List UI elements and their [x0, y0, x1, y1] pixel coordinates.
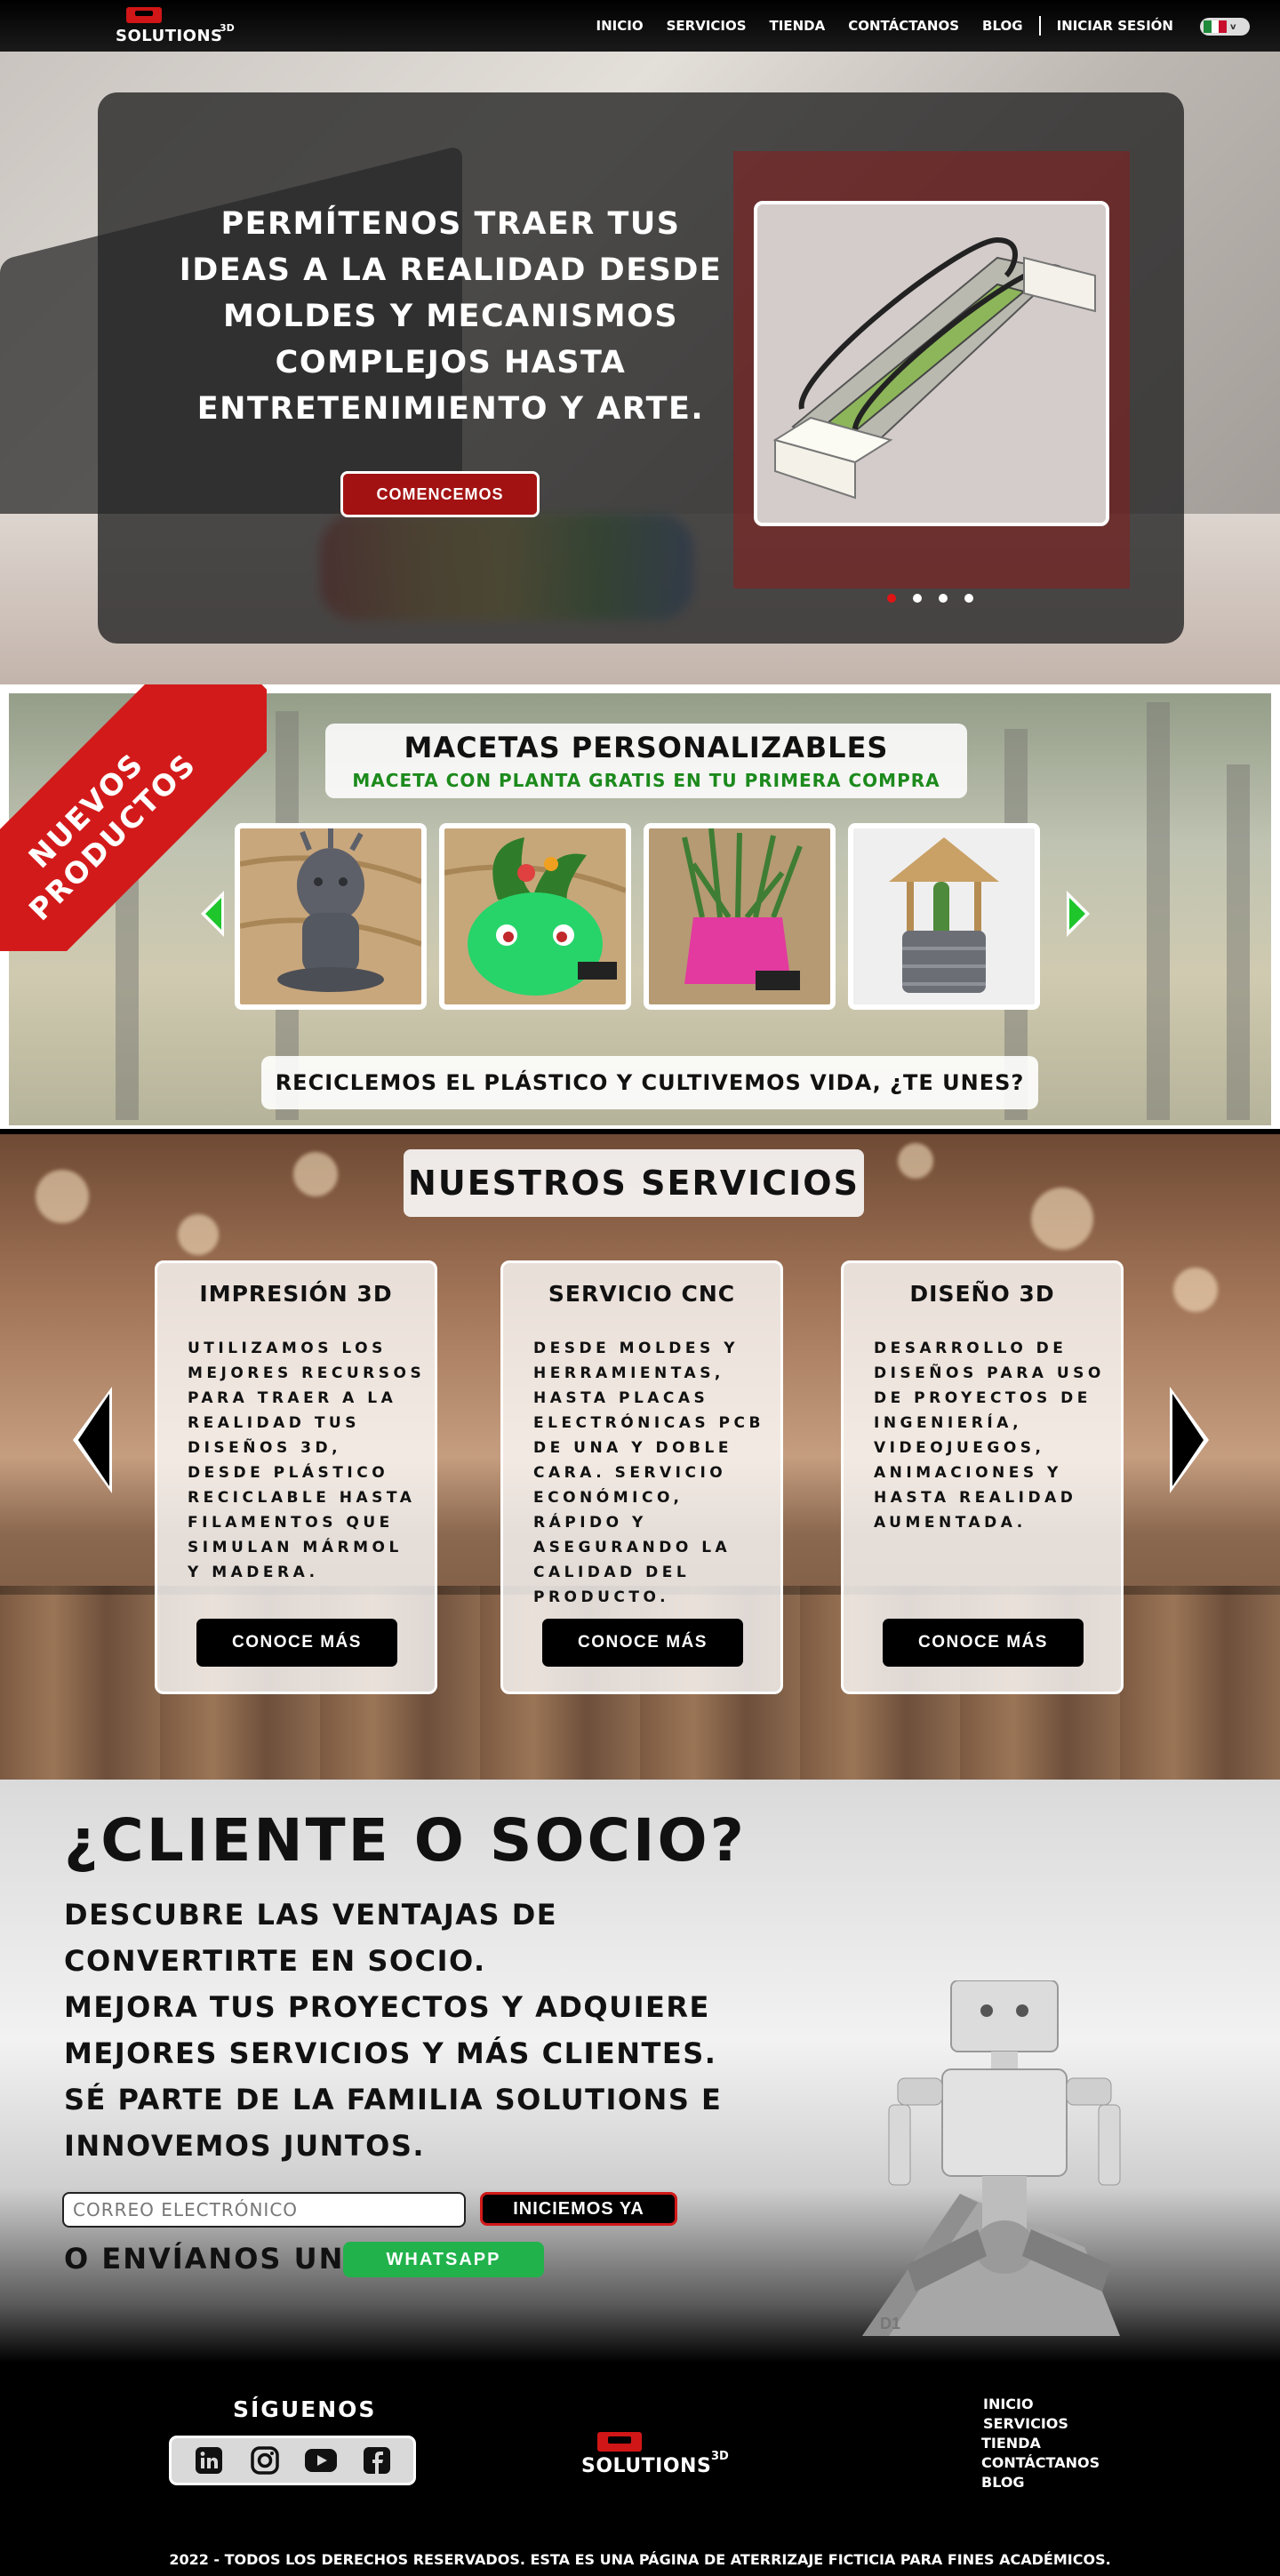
services-section: NUESTROS SERVICIOS IMPRESIÓN 3D UTILIZAM…	[0, 1134, 1280, 1780]
services-next-arrow[interactable]	[1170, 1387, 1209, 1493]
hero-section: PERMÍTENOS TRAER TUS IDEAS A LA REALIDAD…	[0, 52, 1280, 684]
groot-planter-image	[240, 828, 421, 1004]
client-title: ¿CLIENTE O SOCIO?	[64, 1806, 747, 1875]
copyright-text: 2022 - TODOS LOS DERECHOS RESERVADOS. ES…	[169, 2551, 1111, 2568]
footer-link-servicios[interactable]: SERVICIOS	[983, 2415, 1068, 2432]
learn-more-button[interactable]: CONOCE MÁS	[542, 1619, 743, 1667]
services-prev-arrow[interactable]	[73, 1387, 112, 1493]
product-card-2[interactable]	[439, 823, 631, 1010]
start-button[interactable]: COMENCEMOS	[340, 471, 540, 517]
robot-model-label: D1	[880, 2315, 900, 2332]
footer-link-inicio[interactable]: INICIO	[983, 2396, 1034, 2412]
badge-line-2: PRODUCTOS	[21, 746, 204, 928]
navbar: SOLUTIONS 3D INICIO SERVICIOS TIENDA CON…	[0, 0, 1280, 52]
youtube-icon[interactable]	[304, 2444, 338, 2477]
logo-wordmark: SOLUTIONS	[581, 2455, 712, 2477]
hero-carousel-dots	[887, 594, 973, 603]
logo-3d: 3D	[220, 22, 235, 34]
products-subtitle: MACETA CON PLANTA GRATIS EN TU PRIMERA C…	[352, 770, 940, 791]
footer-link-contactanos[interactable]: CONTÁCTANOS	[981, 2454, 1100, 2471]
pink-planter-image	[649, 828, 830, 1004]
facebook-icon[interactable]	[360, 2444, 394, 2477]
service-description: DESDE MOLDES Y HERRAMIENTAS, HASTA PLACA…	[533, 1340, 764, 1606]
escalator-model-image	[754, 201, 1109, 526]
whatsapp-button[interactable]: WHATSAPP	[343, 2242, 544, 2277]
well-planter-image	[853, 828, 1035, 1004]
products-header: MACETAS PERSONALIZABLES MACETA CON PLANT…	[325, 724, 967, 798]
nav-inicio[interactable]: INICIO	[596, 18, 644, 34]
client-text: DESCUBRE LAS VENTAJAS DE CONVERTIRTE EN …	[64, 1892, 740, 2169]
new-products-section: MACETAS PERSONALIZABLES MACETA CON PLANT…	[0, 684, 1280, 1129]
logo-mark	[126, 7, 162, 23]
service-card-3d-design: DISEÑO 3D DESARROLLO DE DISEÑOS PARA USO…	[841, 1260, 1124, 1694]
client-line-1: DESCUBRE LAS VENTAJAS DE CONVERTIRTE EN …	[64, 1898, 558, 1978]
email-field[interactable]	[62, 2192, 466, 2228]
products-footer-text: RECICLEMOS EL PLÁSTICO Y CULTIVEMOS VIDA…	[261, 1056, 1038, 1109]
nav-blog[interactable]: BLOG	[982, 18, 1023, 34]
nav-login[interactable]: INICIAR SESIÓN	[1057, 18, 1173, 34]
service-card-3d-print: IMPRESIÓN 3D UTILIZAMOS LOS MEJORES RECU…	[155, 1260, 437, 1694]
instagram-icon[interactable]	[248, 2444, 282, 2477]
footer-link-blog[interactable]: BLOG	[981, 2474, 1025, 2491]
main-nav: INICIO SERVICIOS TIENDA CONTÁCTANOS BLOG…	[596, 0, 1173, 52]
hero-card: PERMÍTENOS TRAER TUS IDEAS A LA REALIDAD…	[98, 92, 1184, 644]
service-title: IMPRESIÓN 3D	[199, 1281, 393, 1307]
client-line-3: SÉ PARTE DE LA FAMILIA SOLUTIONS E INNOV…	[64, 2083, 723, 2163]
products-next-arrow[interactable]	[1067, 891, 1090, 937]
service-description: DESARROLLO DE DISEÑOS PARA USO DE PROYEC…	[874, 1340, 1105, 1532]
service-title: SERVICIO CNC	[548, 1281, 736, 1307]
carousel-dot-4[interactable]	[964, 594, 973, 603]
carousel-dot-3[interactable]	[939, 594, 948, 603]
services-title: NUESTROS SERVICIOS	[404, 1149, 864, 1217]
products-title: MACETAS PERSONALIZABLES	[404, 731, 889, 764]
chevron-down-icon: v	[1230, 21, 1236, 32]
social-links	[169, 2436, 416, 2485]
follow-us-title: SÍGUENOS	[233, 2396, 377, 2422]
footer-nav: INICIO SERVICIOS TIENDA CONTÁCTANOS BLOG	[981, 2395, 1100, 2492]
nav-contactanos[interactable]: CONTÁCTANOS	[848, 18, 959, 34]
mexico-flag-icon	[1204, 20, 1228, 33]
footer-logo[interactable]: SOLUTIONS 3D	[581, 2432, 732, 2482]
hero-title: PERMÍTENOS TRAER TUS IDEAS A LA REALIDAD…	[179, 206, 723, 427]
client-line-2: MEJORA TUS PROYECTOS Y ADQUIERE MEJORES …	[64, 1990, 717, 2070]
product-card-4[interactable]	[848, 823, 1040, 1010]
service-card-cnc: SERVICIO CNC DESDE MOLDES Y HERRAMIENTAS…	[500, 1260, 783, 1694]
learn-more-button[interactable]: CONOCE MÁS	[883, 1619, 1084, 1667]
logo-3d: 3D	[711, 2450, 729, 2463]
logo-wordmark: SOLUTIONS	[116, 27, 223, 45]
new-products-badge: NUEVOS PRODUCTOS	[0, 684, 267, 951]
nav-servicios[interactable]: SERVICIOS	[667, 18, 747, 34]
or-send-text: O ENVÍANOS UN	[64, 2242, 345, 2276]
client-partner-section: ¿CLIENTE O SOCIO? DESCUBRE LAS VENTAJAS …	[0, 1780, 1280, 2363]
service-description: UTILIZAMOS LOS MEJORES RECURSOS PARA TRA…	[188, 1340, 426, 1581]
nav-divider	[1038, 16, 1041, 36]
language-selector[interactable]: v	[1200, 18, 1250, 36]
footer: SÍGUENOS SOLUTIONS 3D INICIO SERVICIOS T…	[0, 2363, 1280, 2576]
carousel-dot-1[interactable]	[887, 594, 896, 603]
logo-mark	[597, 2432, 642, 2452]
carousel-dot-2[interactable]	[913, 594, 922, 603]
footer-link-tienda[interactable]: TIENDA	[981, 2435, 1041, 2452]
bulbasaur-planter-image	[444, 828, 626, 1004]
brand-logo[interactable]: SOLUTIONS 3D	[116, 7, 240, 46]
learn-more-button[interactable]: CONOCE MÁS	[196, 1619, 397, 1667]
start-now-button[interactable]: INICIEMOS YA	[480, 2192, 677, 2226]
linkedin-icon[interactable]	[192, 2444, 226, 2477]
robot-illustration: D1	[853, 1980, 1138, 2345]
service-title: DISEÑO 3D	[909, 1281, 1055, 1307]
product-card-3[interactable]	[644, 823, 836, 1010]
nav-tienda[interactable]: TIENDA	[770, 18, 826, 34]
